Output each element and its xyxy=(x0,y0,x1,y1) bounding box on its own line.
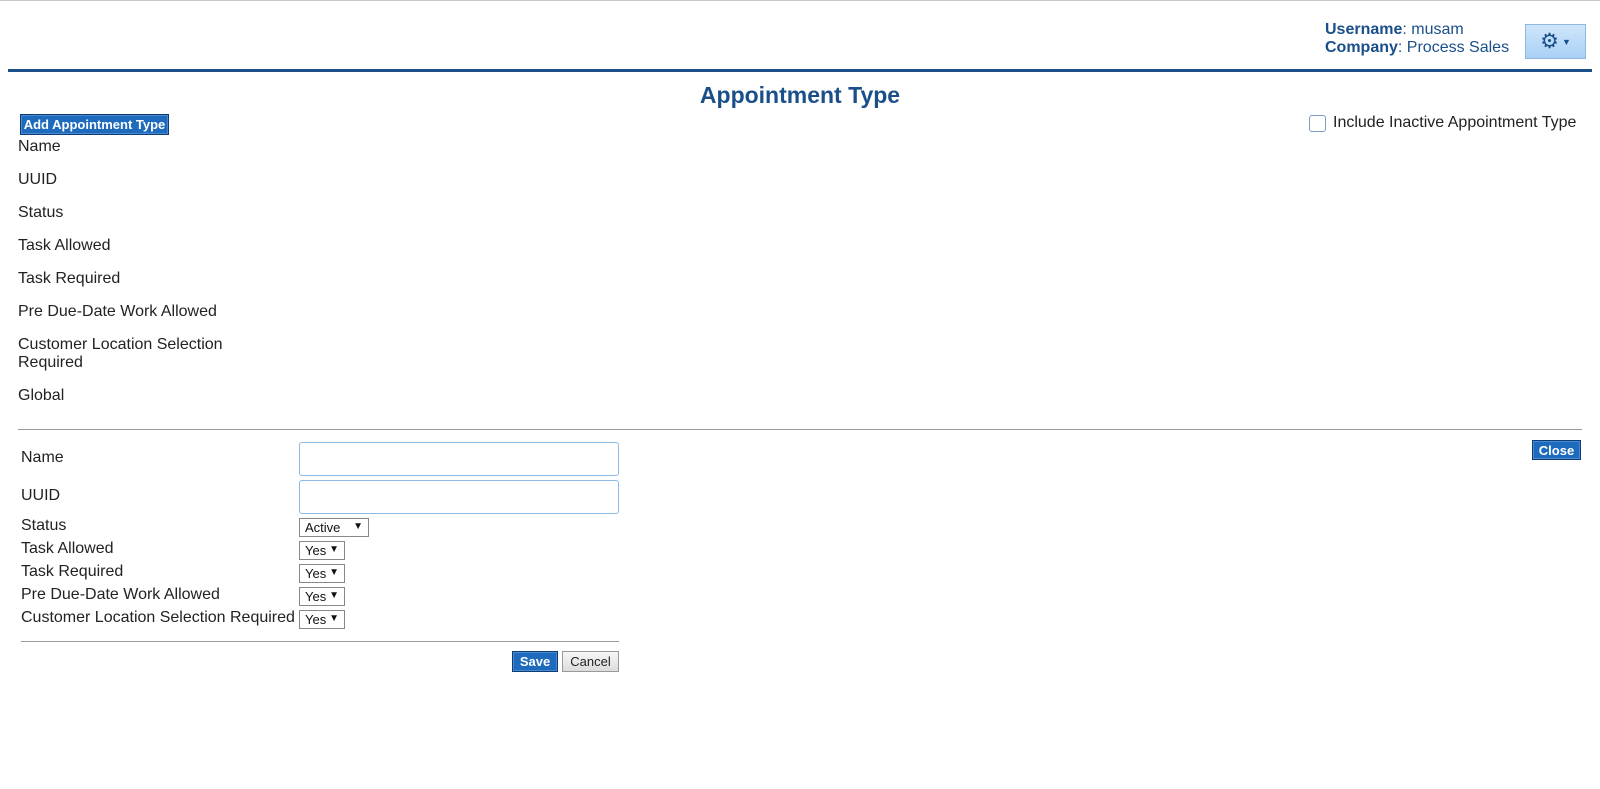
task-allowed-label: Task Allowed xyxy=(21,540,114,557)
customer-location-select[interactable]: Yes ▼ xyxy=(299,610,345,629)
section-divider xyxy=(18,429,1582,430)
caret-down-icon: ▼ xyxy=(329,613,339,624)
caret-down-icon: ▼ xyxy=(1561,36,1571,47)
form-divider xyxy=(21,641,619,642)
settings-menu-button[interactable]: ⚙ ▼ xyxy=(1525,24,1586,59)
task-required-select[interactable]: Yes ▼ xyxy=(299,564,345,583)
caret-down-icon: ▼ xyxy=(329,544,339,555)
uuid-input[interactable] xyxy=(299,480,619,514)
company-label: Company xyxy=(1325,39,1398,56)
include-inactive-label: Include Inactive Appointment Type xyxy=(1333,114,1577,131)
company-line: Company: Process Sales xyxy=(1325,39,1509,57)
cancel-button[interactable]: Cancel xyxy=(562,651,619,672)
pre-due-date-select[interactable]: Yes ▼ xyxy=(299,587,345,606)
company-value: : Process Sales xyxy=(1397,39,1510,56)
save-button[interactable]: Save xyxy=(512,651,558,672)
header-divider xyxy=(8,69,1592,72)
status-select[interactable]: Active ▼ xyxy=(299,518,369,537)
customer-location-label: Customer Location Selection Required xyxy=(21,609,295,626)
username-value: : musam xyxy=(1402,21,1464,38)
pre-due-date-label: Pre Due-Date Work Allowed xyxy=(21,586,220,603)
username-label: Username xyxy=(1325,21,1403,38)
caret-down-icon: ▼ xyxy=(329,590,339,601)
customer-location-select-value: Yes xyxy=(305,612,327,627)
column-header-pre-due-date: Pre Due-Date Work Allowed xyxy=(18,303,217,320)
page-title: Appointment Type xyxy=(699,82,901,108)
include-inactive-checkbox[interactable] xyxy=(1309,114,1326,132)
uuid-label: UUID xyxy=(21,487,61,504)
column-header-uuid: UUID xyxy=(18,171,58,188)
status-label: Status xyxy=(21,517,67,534)
status-select-value: Active xyxy=(305,520,341,535)
add-appointment-type-button[interactable]: Add Appointment Type xyxy=(20,114,169,135)
pre-due-date-select-value: Yes xyxy=(305,589,327,604)
column-header-customer-location: Customer Location Selection Required xyxy=(18,336,223,371)
name-label: Name xyxy=(21,449,64,466)
user-info: Username: musam Company: Process Sales xyxy=(1325,21,1509,57)
task-required-label: Task Required xyxy=(21,563,124,580)
column-header-task-allowed: Task Allowed xyxy=(18,237,111,254)
task-allowed-select-value: Yes xyxy=(305,543,327,558)
caret-down-icon: ▼ xyxy=(353,521,363,532)
close-button[interactable]: Close xyxy=(1532,440,1581,460)
include-inactive-toggle[interactable]: Include Inactive Appointment Type xyxy=(1309,114,1576,132)
column-header-name: Name xyxy=(18,138,61,155)
caret-down-icon: ▼ xyxy=(329,567,339,578)
name-input[interactable] xyxy=(299,442,619,476)
column-header-global: Global xyxy=(18,387,65,404)
task-allowed-select[interactable]: Yes ▼ xyxy=(299,541,345,560)
gear-icon: ⚙ xyxy=(1540,30,1559,53)
column-header-task-required: Task Required xyxy=(18,270,121,287)
column-header-status: Status xyxy=(18,204,64,221)
task-required-select-value: Yes xyxy=(305,566,327,581)
username-line: Username: musam xyxy=(1325,21,1509,39)
